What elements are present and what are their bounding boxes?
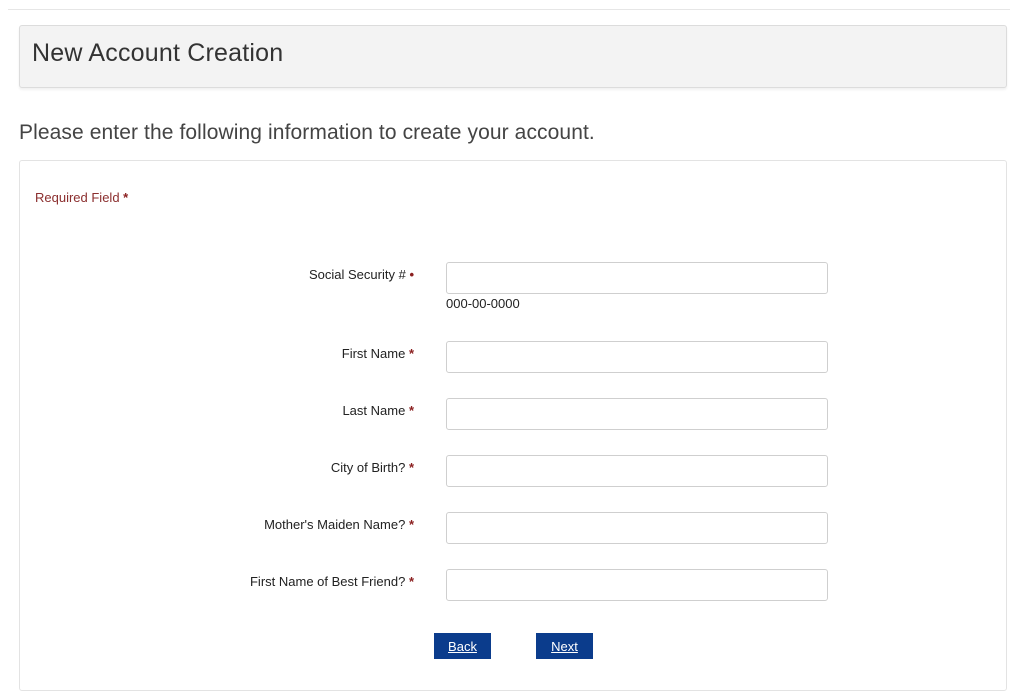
mothers-maiden-name-label-text: Mother's Maiden Name?: [264, 517, 406, 532]
header-panel: New Account Creation: [19, 25, 1007, 88]
page-title: New Account Creation: [32, 39, 284, 67]
mothers-maiden-name-label: Mother's Maiden Name? *: [264, 517, 414, 532]
first-name-label: First Name *: [342, 346, 414, 361]
best-friend-label: First Name of Best Friend? *: [250, 574, 414, 589]
page: New Account Creation Please enter the fo…: [0, 0, 1010, 698]
required-field-note: Required Field *: [35, 190, 128, 205]
first-name-input[interactable]: [446, 341, 828, 373]
first-name-required-star: *: [408, 346, 414, 361]
last-name-required-star: *: [408, 403, 414, 418]
best-friend-required-star: *: [408, 574, 414, 589]
last-name-label: Last Name *: [342, 403, 414, 418]
city-of-birth-required-star: *: [408, 460, 414, 475]
best-friend-label-text: First Name of Best Friend?: [249, 574, 406, 589]
mothers-maiden-name-input[interactable]: [446, 512, 828, 544]
ssn-label: Social Security # •: [309, 267, 414, 282]
city-of-birth-input[interactable]: [446, 455, 828, 487]
back-button[interactable]: Back: [434, 633, 491, 659]
last-name-label-text: Last Name: [342, 403, 406, 418]
required-field-label: Required Field: [35, 190, 120, 205]
ssn-format-hint: 000-00-0000: [446, 296, 520, 311]
city-of-birth-label: City of Birth? *: [331, 460, 414, 475]
required-star-icon: *: [123, 190, 129, 205]
ssn-input[interactable]: [446, 262, 828, 294]
next-button[interactable]: Next: [536, 633, 593, 659]
top-divider: [8, 9, 1010, 10]
best-friend-input[interactable]: [446, 569, 828, 601]
first-name-label-text: First Name: [341, 346, 406, 361]
mothers-maiden-name-required-star: *: [408, 517, 414, 532]
ssn-label-text: Social Security #: [308, 267, 406, 282]
city-of-birth-label-text: City of Birth?: [330, 460, 406, 475]
intro-text: Please enter the following information t…: [19, 121, 595, 144]
last-name-input[interactable]: [446, 398, 828, 430]
ssn-required-marker: •: [409, 267, 414, 282]
form-panel: Required Field * Social Security # • 000…: [19, 160, 1007, 691]
